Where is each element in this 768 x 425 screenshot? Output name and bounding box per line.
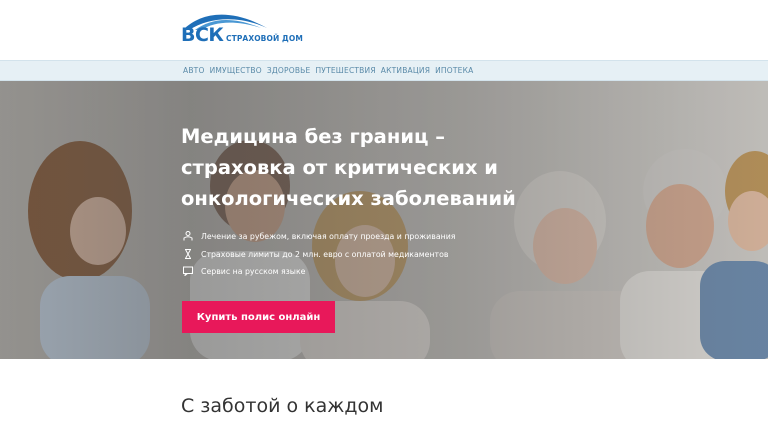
- hourglass-icon: [185, 249, 191, 259]
- main-nav: АВТО ИМУЩЕСТВО ЗДОРОВЬЕ ПУТЕШЕСТВИЯ АКТИ…: [0, 60, 768, 81]
- feature-item: Сервис на русском языке: [183, 266, 305, 276]
- nav-item-mortgage[interactable]: ИПОТЕКА: [435, 66, 473, 75]
- nav-item-activation[interactable]: АКТИВАЦИЯ: [381, 66, 430, 75]
- section-title: С заботой о каждом: [181, 395, 384, 417]
- person-icon: [183, 231, 193, 241]
- hero-banner: Медицина без границ – страховка от крити…: [0, 81, 768, 359]
- buy-policy-button[interactable]: Купить полис онлайн: [182, 301, 335, 333]
- feature-item: Страховые лимиты до 2 млн. евро с оплато…: [183, 249, 448, 259]
- feature-text: Лечение за рубежом, включая оплату проез…: [201, 231, 456, 241]
- logo-subtitle: СТРАХОВОЙ ДОМ: [226, 34, 303, 43]
- feature-text: Страховые лимиты до 2 млн. евро с оплато…: [201, 249, 449, 259]
- logo-wordmark: ВСК: [181, 24, 224, 46]
- chat-icon: [183, 266, 193, 276]
- hero-title: Медицина без границ – страховка от крити…: [181, 125, 516, 210]
- feature-item: Лечение за рубежом, включая оплату проез…: [183, 231, 455, 241]
- nav-item-health[interactable]: ЗДОРОВЬЕ: [267, 66, 311, 75]
- vsk-logo[interactable]: ВСК СТРАХОВОЙ ДОМ: [181, 10, 311, 50]
- site-header: ВСК СТРАХОВОЙ ДОМ: [0, 0, 768, 60]
- nav-item-travel[interactable]: ПУТЕШЕСТВИЯ: [315, 66, 375, 75]
- feature-text: Сервис на русском языке: [201, 266, 306, 276]
- nav-item-property[interactable]: ИМУЩЕСТВО: [210, 66, 262, 75]
- nav-item-auto[interactable]: АВТО: [183, 66, 205, 75]
